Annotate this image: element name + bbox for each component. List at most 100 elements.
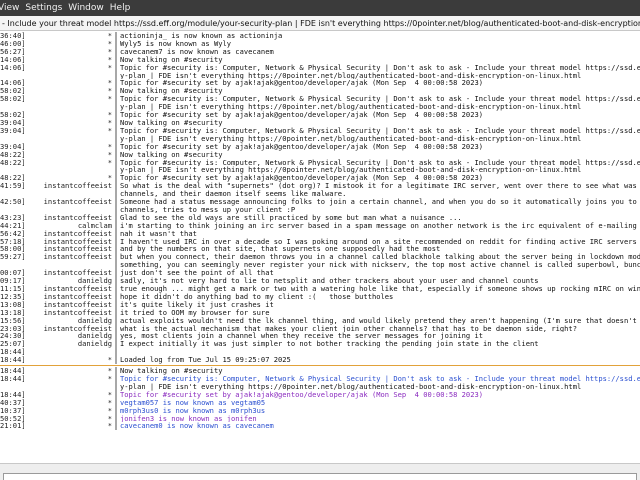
timestamp: 58:00] (0, 245, 24, 254)
timestamp: 18:44] (0, 356, 24, 365)
nick-label[interactable]: instantcoffeeist (24, 269, 115, 277)
timestamp: 48:22] (0, 158, 24, 167)
message-text: Topic for #security set by ajak!ajak@gen… (120, 142, 484, 151)
timestamp: 23:03] (0, 324, 24, 333)
chat-line: 12:35] instantcoffeeist hope it didn't do … (0, 292, 640, 301)
chat-line: 23:03] instantcoffeeist what is the actual… (0, 324, 640, 333)
chat-line: 50:52] * jonifen3 is now known as jonifen (0, 414, 640, 423)
menu-settings[interactable]: Settings (22, 0, 65, 16)
nick-label: * (107, 55, 112, 64)
marker-line (0, 365, 640, 367)
message-text: Topic for #security is: Computer, Networ… (120, 374, 640, 383)
nick-label[interactable]: danieldg (24, 332, 115, 340)
nick-label[interactable]: instantcoffeeist (24, 285, 115, 293)
chat-line: 57:18] instantcoffeeist I haven't used IRC… (0, 237, 640, 246)
nick-label[interactable]: instantcoffeeist (24, 301, 115, 309)
chat-line: 56:27] * cavecanem7 is now known as caveca… (0, 47, 640, 56)
message-text: I expect initially it was just simpler t… (120, 340, 539, 349)
chat-line: 11:15] instantcoffeeist true enough ... mi… (0, 285, 640, 293)
message-text: channels, tries to mess up your client :… (120, 205, 296, 214)
message-text: y-plan | FDE isn't everything https://0p… (120, 166, 582, 175)
nick-label: * (107, 356, 112, 365)
message-text: Wyly5 is now known as Wyly (120, 39, 232, 48)
nick-label[interactable]: danieldg (24, 317, 115, 325)
nick-label[interactable]: calmclam (24, 222, 115, 230)
nick-label[interactable]: instantcoffeeist (24, 309, 115, 317)
chat-line: y-plan | FDE isn't everything https://0p… (0, 103, 640, 112)
timestamp: 39:04] (0, 126, 24, 135)
message-text: Glad to see the old ways are still pract… (120, 213, 462, 222)
timestamp: 10:37] (0, 406, 24, 415)
nick-label[interactable]: instantcoffeeist (24, 182, 115, 190)
nick-label (24, 348, 115, 356)
chat-line: 25:07] danieldg I expect initially it was … (0, 340, 640, 349)
chat-line: 59:27] instantcoffeeist but when you conne… (0, 253, 640, 262)
timestamp: 18:44] (0, 390, 24, 399)
nick-label: * (107, 406, 112, 415)
nick-label[interactable]: instantcoffeeist (24, 293, 115, 301)
chat-log[interactable]: 36:40] * actioninja_ is now known as actio… (0, 32, 640, 463)
chat-line: 18:44] * Topic for #security set by ajak!a… (0, 390, 640, 399)
nick-label[interactable]: instantcoffeeist (24, 253, 115, 261)
menu-window[interactable]: Window (65, 0, 107, 16)
timestamp: 48:22] (0, 150, 24, 159)
message-text: actual exploits wouldn't need the lk cha… (120, 316, 637, 325)
chat-line: something, you can seemingly never regis… (0, 261, 640, 270)
message-text: Topic for #security is: Computer, Networ… (120, 158, 640, 167)
chat-line: 14:06] * Topic for #security is: Computer,… (0, 63, 640, 72)
timestamp: 14:06] (0, 55, 24, 64)
message-text: y-plan | FDE isn't everything https://0p… (120, 134, 582, 143)
nick-label: * (107, 158, 112, 167)
nick-label: * (107, 32, 112, 40)
chat-line: 41:59] instantcoffeeist So what is the dea… (0, 182, 640, 191)
message-text: Now talking on #security (120, 87, 223, 96)
message-input[interactable] (3, 472, 637, 480)
chat-line: 48:22] * Topic for #security set by ajak!a… (0, 174, 640, 183)
timestamp: 09:17] (0, 277, 24, 285)
timestamp: 56:42] (0, 229, 24, 238)
menu-view[interactable]: View (0, 0, 22, 16)
topic-bar[interactable]: - Include your threat model https://ssd.… (0, 16, 640, 31)
chat-line: 44:21] calmclam i'm starting to think join… (0, 221, 640, 230)
nick-label[interactable]: instantcoffeeist (24, 230, 115, 238)
message-text: Someone had a status message announcing … (120, 198, 637, 206)
nick-label[interactable]: instantcoffeeist (24, 245, 115, 253)
nick-label[interactable]: instantcoffeeist (24, 198, 115, 206)
chat-line: 58:00] instantcoffeeist and by the numbers… (0, 245, 640, 254)
nick-label: * (107, 374, 112, 383)
nick-label: * (107, 95, 112, 104)
nick-label[interactable]: instantcoffeeist (24, 214, 115, 222)
message-text: true enough ... might get a mark or two … (120, 285, 640, 293)
nick-label[interactable]: danieldg (24, 340, 115, 348)
chat-line: 15:56] danieldg actual exploits wouldn't n… (0, 316, 640, 325)
timestamp: 25:07] (0, 340, 24, 349)
timestamp: 12:35] (0, 292, 24, 301)
nick-label[interactable]: danieldg (24, 277, 115, 285)
chat-line: 21:01] * cavecanem0 is now known as caveca… (0, 422, 640, 431)
menu-help[interactable]: Help (107, 0, 134, 16)
timestamp: 56:27] (0, 47, 24, 56)
chat-line: 18:44] * Loaded log from Tue Jul 15 09:25:… (0, 356, 640, 365)
chat-line: 39:04] * Topic for #security is: Computer,… (0, 126, 640, 135)
nick-label: * (107, 398, 112, 407)
nick-label: * (107, 422, 112, 431)
chat-line: 58:02] * Topic for #security set by ajak!a… (0, 111, 640, 119)
nick-label[interactable]: instantcoffeeist (24, 325, 115, 333)
nick-label: * (107, 414, 112, 423)
timestamp: 18:44] (0, 348, 24, 357)
nick-label: * (107, 142, 112, 151)
message-text: nah it wasn't that (120, 229, 197, 238)
message-text: actioninja_ is now known as actioninja (120, 32, 283, 40)
message-text: sadly, it's not very hard to lie to nets… (120, 277, 539, 285)
nick-label: * (107, 111, 112, 119)
input-bar (0, 463, 640, 480)
chat-line: y-plan | FDE isn't everything https://0p… (0, 382, 640, 391)
message-text: yes, most clients join a channel when th… (120, 332, 484, 341)
timestamp: 42:50] (0, 198, 24, 206)
message-text: Topic for #security set by ajak!ajak@gen… (120, 174, 484, 183)
chat-line: 00:07] instantcoffeeist just don't see the… (0, 269, 640, 278)
chat-line: 39:04] * Topic for #security set by ajak!a… (0, 142, 640, 151)
message-text: Now talking on #security (120, 55, 223, 64)
nick-label[interactable]: instantcoffeeist (24, 238, 115, 246)
chat-line: 14:06] * Now talking on #security (0, 55, 640, 64)
